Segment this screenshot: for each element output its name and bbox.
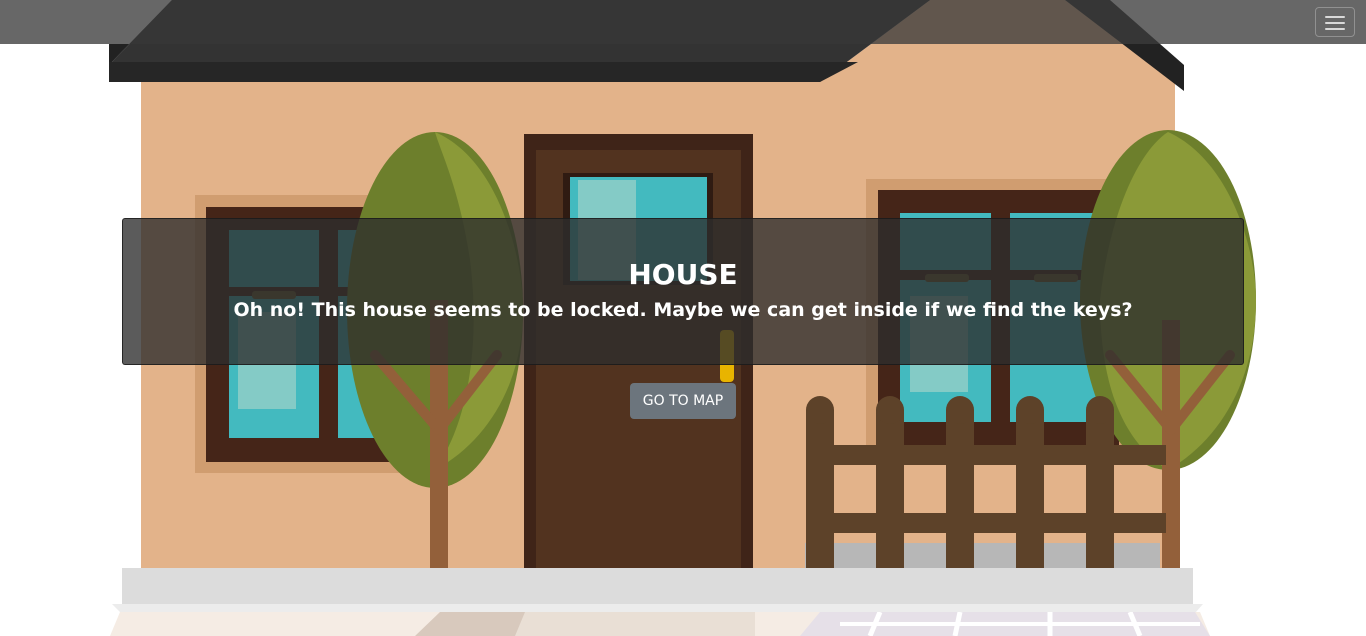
go-to-map-button[interactable]: GO TO MAP [630,383,736,419]
hamburger-icon-line [1325,22,1345,24]
dialog-message: Oh no! This house seems to be locked. Ma… [233,299,1133,321]
menu-toggle-button[interactable] [1315,7,1355,37]
hamburger-icon-line [1325,16,1345,18]
top-navbar [0,0,1366,44]
hamburger-icon-line [1325,28,1345,30]
dialog-title: HOUSE [628,258,738,291]
foundation [112,568,1203,612]
ground-path [110,611,1210,636]
message-dialog: HOUSE Oh no! This house seems to be lock… [122,218,1244,365]
